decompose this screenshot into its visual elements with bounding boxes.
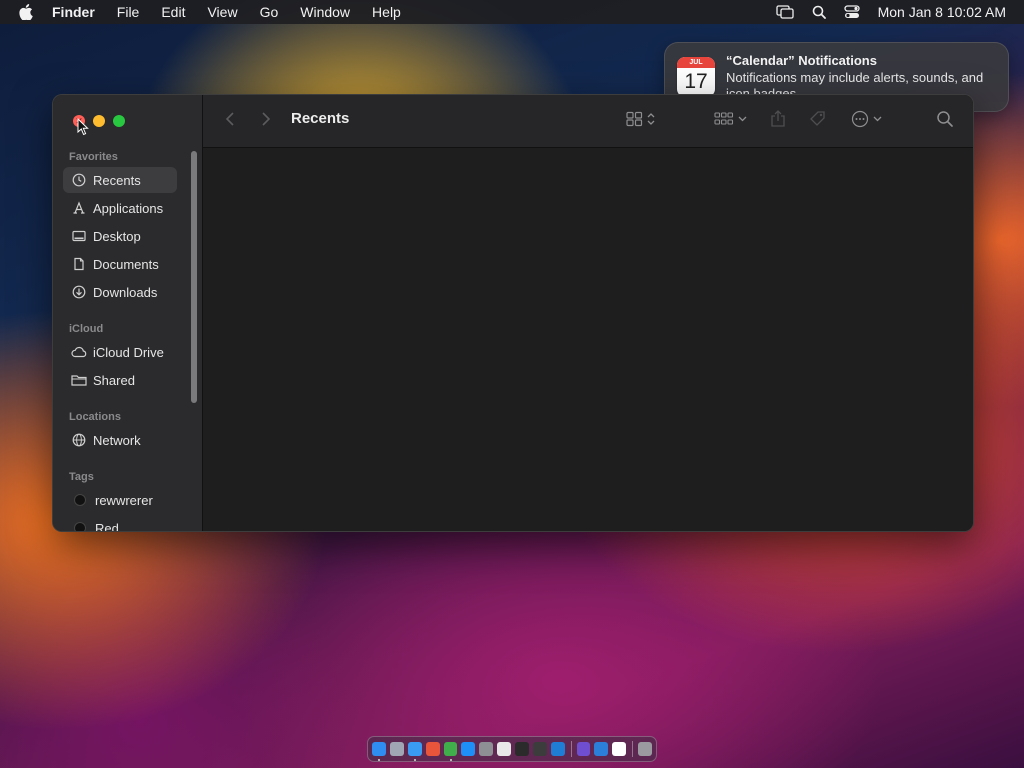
- mouse-pointer-icon: [77, 117, 89, 141]
- group-grid-icon: [714, 111, 734, 132]
- document-icon: [71, 256, 87, 272]
- chevron-down-icon: [738, 111, 747, 132]
- apple-menu-icon[interactable]: [18, 4, 34, 20]
- onedrive-icon[interactable]: [594, 742, 609, 756]
- sidebar-item-recents[interactable]: Recents: [63, 167, 177, 193]
- menu-clock[interactable]: Mon Jan 8 10:02 AM: [878, 4, 1006, 20]
- vscode-icon[interactable]: [550, 742, 565, 756]
- tag-button[interactable]: [809, 110, 827, 133]
- updown-chevron-icon: [647, 111, 655, 132]
- tag-color-dot: [74, 522, 86, 531]
- back-button[interactable]: [225, 111, 235, 131]
- clock-icon: [71, 172, 87, 188]
- sidebar-item-tag-red[interactable]: Red: [63, 515, 177, 532]
- chevron-right-icon: [261, 111, 271, 132]
- brush-app-icon[interactable]: [532, 742, 547, 756]
- sidebar-section-favorites: Favorites: [69, 151, 118, 163]
- sidebar-item-tag-rewwrerer[interactable]: rewwrerer: [63, 487, 177, 513]
- search-button[interactable]: [936, 110, 954, 133]
- safari-icon[interactable]: [407, 742, 422, 761]
- firefox-icon[interactable]: [425, 742, 440, 756]
- screen-mirroring-icon[interactable]: [775, 5, 794, 19]
- sidebar-item-label: Downloads: [93, 284, 158, 300]
- finder-toolbar: Recents: [203, 95, 973, 148]
- window-title: Recents: [291, 110, 350, 127]
- download-icon: [71, 284, 87, 300]
- textedit-icon[interactable]: [497, 742, 511, 756]
- dock: [367, 736, 657, 762]
- app-store-icon[interactable]: [461, 742, 476, 756]
- calendar-app-icon: JUL 17: [677, 57, 715, 97]
- menu-file[interactable]: File: [117, 4, 140, 20]
- sidebar-section-locations: Locations: [69, 411, 121, 423]
- menu-view[interactable]: View: [207, 4, 237, 20]
- tag-icon: [809, 110, 827, 133]
- sidebar-item-shared[interactable]: Shared: [63, 367, 177, 393]
- action-menu-button[interactable]: [851, 110, 882, 133]
- grid-view-icon: [626, 111, 644, 132]
- terminal-icon[interactable]: [515, 742, 529, 756]
- trash-icon[interactable]: [638, 742, 653, 756]
- sidebar-item-network[interactable]: Network: [63, 427, 177, 453]
- calendar-icon[interactable]: [612, 742, 627, 756]
- sidebar-item-label: iCloud Drive: [93, 344, 164, 360]
- finder-sidebar: ✕ Favorites Recents Applications Desktop…: [53, 95, 203, 531]
- globe-icon: [71, 432, 87, 448]
- sidebar-item-applications[interactable]: Applications: [63, 195, 177, 221]
- notification-title: “Calendar” Notifications: [726, 53, 877, 68]
- chevron-left-icon: [225, 111, 235, 132]
- menu-go[interactable]: Go: [260, 4, 279, 20]
- sidebar-item-icloud-drive[interactable]: iCloud Drive: [63, 339, 177, 365]
- file-list-area[interactable]: [203, 148, 973, 531]
- chrome-icon[interactable]: [443, 742, 458, 761]
- system-settings-icon[interactable]: [479, 742, 494, 756]
- sidebar-scrollbar[interactable]: [191, 151, 197, 403]
- ellipsis-circle-icon: [851, 110, 869, 133]
- sidebar-item-documents[interactable]: Documents: [63, 251, 177, 277]
- finder-content: Recents: [203, 95, 973, 531]
- visual-studio-icon[interactable]: [576, 742, 591, 756]
- sidebar-item-label: Desktop: [93, 228, 141, 244]
- dock-separator: [570, 741, 572, 757]
- search-icon: [936, 110, 954, 133]
- sidebar-item-label: Applications: [93, 200, 164, 216]
- sidebar-section-tags: Tags: [69, 471, 94, 483]
- finder-icon[interactable]: [372, 742, 386, 761]
- forward-button[interactable]: [261, 111, 271, 131]
- menu-app-finder[interactable]: Finder: [52, 4, 95, 20]
- menu-window[interactable]: Window: [300, 4, 350, 20]
- applications-icon: [71, 200, 87, 216]
- minimize-window-button[interactable]: [93, 115, 105, 127]
- sidebar-item-label: Recents: [93, 172, 141, 188]
- sidebar-item-label: Red: [95, 520, 119, 532]
- zoom-window-button[interactable]: [113, 115, 125, 127]
- cloud-icon: [71, 344, 87, 360]
- calendar-icon-month: JUL: [677, 57, 715, 68]
- spotlight-search-icon[interactable]: [812, 5, 826, 19]
- share-button[interactable]: [770, 109, 786, 133]
- dock-separator: [632, 741, 634, 757]
- group-by-button[interactable]: [714, 111, 747, 131]
- sidebar-item-label: Shared: [93, 372, 135, 388]
- tag-color-dot: [74, 494, 86, 506]
- calendar-icon-day: 17: [684, 70, 708, 93]
- sidebar-section-icloud: iCloud: [69, 323, 104, 335]
- menu-help[interactable]: Help: [372, 4, 401, 20]
- chevron-down-icon: [873, 111, 882, 132]
- shared-folder-icon: [71, 372, 87, 388]
- sidebar-item-label: rewwrerer: [95, 492, 153, 508]
- menu-edit[interactable]: Edit: [161, 4, 185, 20]
- sidebar-item-label: Network: [93, 432, 141, 448]
- sidebar-item-desktop[interactable]: Desktop: [63, 223, 177, 249]
- finder-window: ✕ Favorites Recents Applications Desktop…: [52, 94, 974, 532]
- menu-bar: Finder File Edit View Go Window Help Mon…: [0, 0, 1024, 24]
- control-center-icon[interactable]: [843, 5, 860, 19]
- view-mode-button[interactable]: [626, 111, 655, 131]
- desktop-icon: [71, 228, 87, 244]
- sidebar-item-label: Documents: [93, 256, 159, 272]
- share-icon: [770, 109, 786, 133]
- launchpad-icon[interactable]: [389, 742, 404, 756]
- sidebar-item-downloads[interactable]: Downloads: [63, 279, 177, 305]
